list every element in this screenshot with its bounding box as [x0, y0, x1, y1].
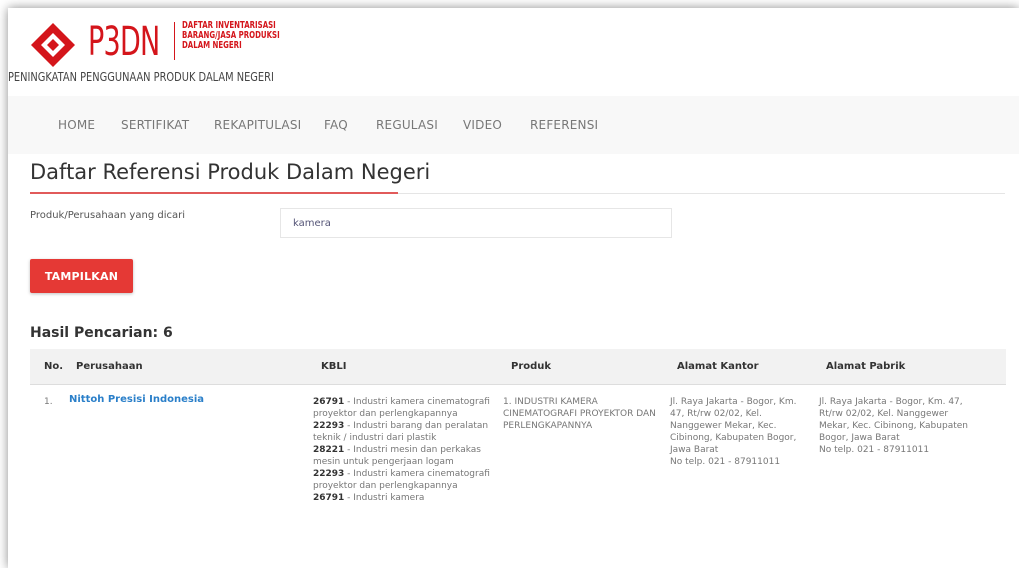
site-tagline: PENINGKATAN PENGGUNAAN PRODUK DALAM NEGE… — [8, 70, 274, 84]
main-navbar: HOME SERTIFIKAT REKAPITULASI FAQ REGULAS… — [8, 96, 1019, 154]
page-title: Daftar Referensi Produk Dalam Negeri — [30, 160, 431, 184]
nav-rekapitulasi[interactable]: REKAPITULASI — [214, 118, 301, 132]
diamond-logo-icon — [31, 23, 75, 67]
browser-frame: P3DN DAFTAR INVENTARISASI BARANG/JASA PR… — [8, 8, 1019, 568]
office-address: Jl. Raya Jakarta - Bogor, Km. 47, Rt/rw … — [670, 397, 797, 455]
brand-subtitle-line: DALAM NEGERI — [182, 40, 242, 51]
nav-referensi[interactable]: REFERENSI — [530, 118, 598, 132]
nav-faq[interactable]: FAQ — [324, 118, 348, 132]
kbli-code: 28221 — [313, 445, 345, 455]
column-header-no: No. — [44, 361, 64, 372]
column-header-company: Perusahaan — [76, 361, 143, 372]
nav-home[interactable]: HOME — [58, 118, 95, 132]
nav-video[interactable]: VIDEO — [463, 118, 502, 132]
kbli-code: 22293 — [313, 421, 345, 431]
kbli-code: 22293 — [313, 469, 345, 479]
product-cell: 1. INDUSTRI KAMERA CINEMATOGRAFI PROYEKT… — [503, 397, 656, 431]
kbli-entry: 22293 - Industri barang dan peralatan te… — [313, 420, 508, 444]
column-header-factory-address: Alamat Pabrik — [826, 361, 906, 372]
results-table-header: No. Perusahaan KBLI Produk Alamat Kantor… — [30, 349, 1006, 385]
kbli-entry: 26791 - Industri kamera cinematografi pr… — [313, 396, 508, 420]
kbli-code: 26791 — [313, 493, 345, 503]
brand-divider — [174, 22, 175, 60]
nav-regulasi[interactable]: REGULASI — [376, 118, 438, 132]
row-number: 1. — [44, 397, 53, 407]
column-header-product: Produk — [511, 361, 552, 372]
nav-sertifikat[interactable]: SERTIFIKAT — [121, 118, 189, 132]
show-results-button[interactable]: TAMPILKAN — [30, 259, 133, 293]
brand-logo-text: P3DN — [88, 19, 160, 65]
company-link[interactable]: Nittoh Presisi Indonesia — [69, 394, 204, 406]
office-address-cell: Jl. Raya Jakarta - Bogor, Km. 47, Rt/rw … — [670, 396, 810, 468]
office-phone: No telp. 021 - 87911011 — [670, 457, 781, 467]
kbli-entry: 28221 - Industri mesin dan perkakas mesi… — [313, 444, 508, 468]
title-underline-accent — [30, 192, 398, 194]
kbli-code: 26791 — [313, 397, 345, 407]
column-header-kbli: KBLI — [321, 361, 347, 372]
kbli-entry: 22293 - Industri kamera cinematografi pr… — [313, 468, 508, 492]
column-header-office-address: Alamat Kantor — [677, 361, 759, 372]
search-input[interactable] — [280, 208, 672, 238]
kbli-description: - Industri kamera — [344, 493, 425, 503]
kbli-list: 26791 - Industri kamera cinematografi pr… — [313, 396, 508, 504]
factory-address: Jl. Raya Jakarta - Bogor, Km. 47, Rt/rw … — [819, 397, 968, 443]
results-count-heading: Hasil Pencarian: 6 — [30, 325, 173, 341]
site-header: P3DN DAFTAR INVENTARISASI BARANG/JASA PR… — [8, 8, 1019, 96]
search-label: Produk/Perusahaan yang dicari — [30, 210, 185, 221]
brand-subtitle: DAFTAR INVENTARISASI BARANG/JASA PRODUKS… — [182, 21, 294, 51]
factory-phone: No telp. 021 - 87911011 — [819, 445, 930, 455]
kbli-entry: 26791 - Industri kamera — [313, 492, 508, 504]
factory-address-cell: Jl. Raya Jakarta - Bogor, Km. 47, Rt/rw … — [819, 396, 979, 456]
